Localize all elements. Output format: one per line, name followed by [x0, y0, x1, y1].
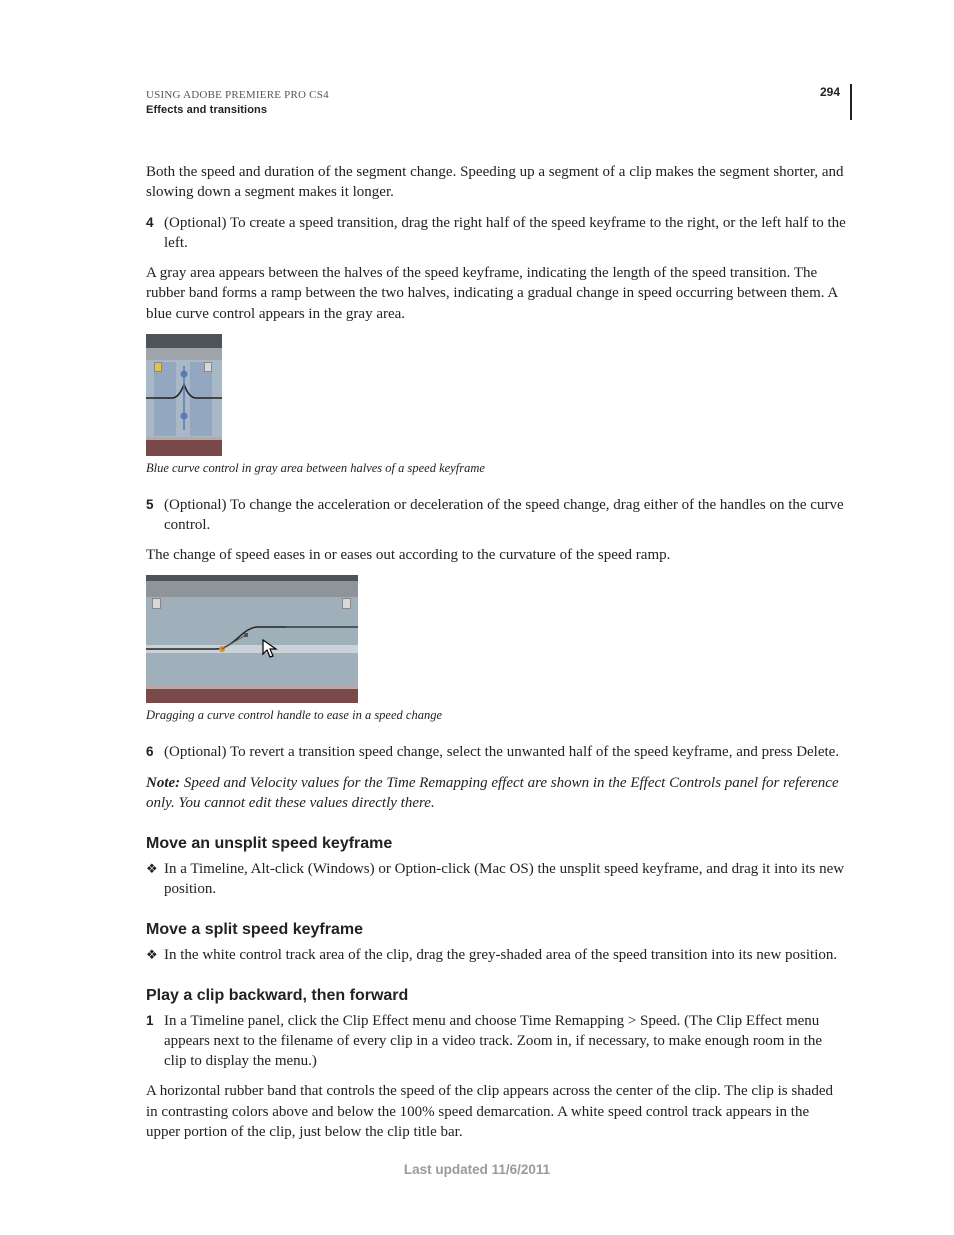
bullet-text: In the white control track area of the c…: [164, 945, 846, 965]
paragraph-ease: The change of speed eases in or eases ou…: [146, 545, 846, 565]
step-text: (Optional) To change the acceleration or…: [164, 495, 846, 536]
step-text: In a Timeline panel, click the Clip Effe…: [164, 1011, 846, 1072]
bullet-item: ❖ In the white control track area of the…: [146, 945, 846, 965]
note-paragraph: Note: Speed and Velocity values for the …: [146, 773, 846, 814]
note-label: Note:: [146, 775, 180, 791]
paragraph-horizontal-band: A horizontal rubber band that controls t…: [146, 1081, 846, 1142]
paragraph-intro: Both the speed and duration of the segme…: [146, 162, 846, 203]
page-number: 294: [820, 84, 840, 100]
heading-move-unsplit: Move an unsplit speed keyframe: [146, 833, 846, 855]
doc-section: Effects and transitions: [146, 103, 846, 118]
step-text: (Optional) To revert a transition speed …: [164, 742, 846, 762]
heading-play-backward-forward: Play a clip backward, then forward: [146, 985, 846, 1007]
cursor-icon: [262, 639, 280, 659]
heading-move-split: Move a split speed keyframe: [146, 919, 846, 941]
bullet-item: ❖ In a Timeline, Alt-click (Windows) or …: [146, 859, 846, 900]
page: USING ADOBE PREMIERE PRO CS4 Effects and…: [0, 0, 954, 1235]
speed-curve-icon: [146, 360, 222, 440]
step-5: 5 (Optional) To change the acceleration …: [146, 495, 846, 536]
step-1-playback: 1 In a Timeline panel, click the Clip Ef…: [146, 1011, 846, 1072]
step-number: 1: [146, 1011, 164, 1072]
figure-2-caption: Dragging a curve control handle to ease …: [146, 707, 846, 724]
step-text: (Optional) To create a speed transition,…: [164, 213, 846, 254]
step-6: 6 (Optional) To revert a transition spee…: [146, 742, 846, 762]
bullet-icon: ❖: [146, 859, 164, 900]
page-footer: Last updated 11/6/2011: [0, 1161, 954, 1179]
figure-blue-curve-control: [146, 334, 222, 456]
doc-title: USING ADOBE PREMIERE PRO CS4: [146, 88, 846, 103]
step-number: 6: [146, 742, 164, 762]
step-number: 4: [146, 213, 164, 254]
paragraph-gray-area: A gray area appears between the halves o…: [146, 263, 846, 324]
figure-1-caption: Blue curve control in gray area between …: [146, 460, 846, 477]
header-right: 294: [820, 84, 852, 120]
step-4: 4 (Optional) To create a speed transitio…: [146, 213, 846, 254]
page-content: Both the speed and duration of the segme…: [146, 162, 846, 1142]
note-text: Speed and Velocity values for the Time R…: [146, 775, 839, 811]
figure-drag-curve-handle: [146, 575, 358, 703]
header-left: USING ADOBE PREMIERE PRO CS4 Effects and…: [146, 88, 846, 118]
last-updated: Last updated 11/6/2011: [404, 1162, 550, 1177]
step-number: 5: [146, 495, 164, 536]
speed-curve-icon: [146, 597, 358, 689]
bullet-text: In a Timeline, Alt-click (Windows) or Op…: [164, 859, 846, 900]
bullet-icon: ❖: [146, 945, 164, 965]
page-header: USING ADOBE PREMIERE PRO CS4 Effects and…: [146, 88, 846, 136]
